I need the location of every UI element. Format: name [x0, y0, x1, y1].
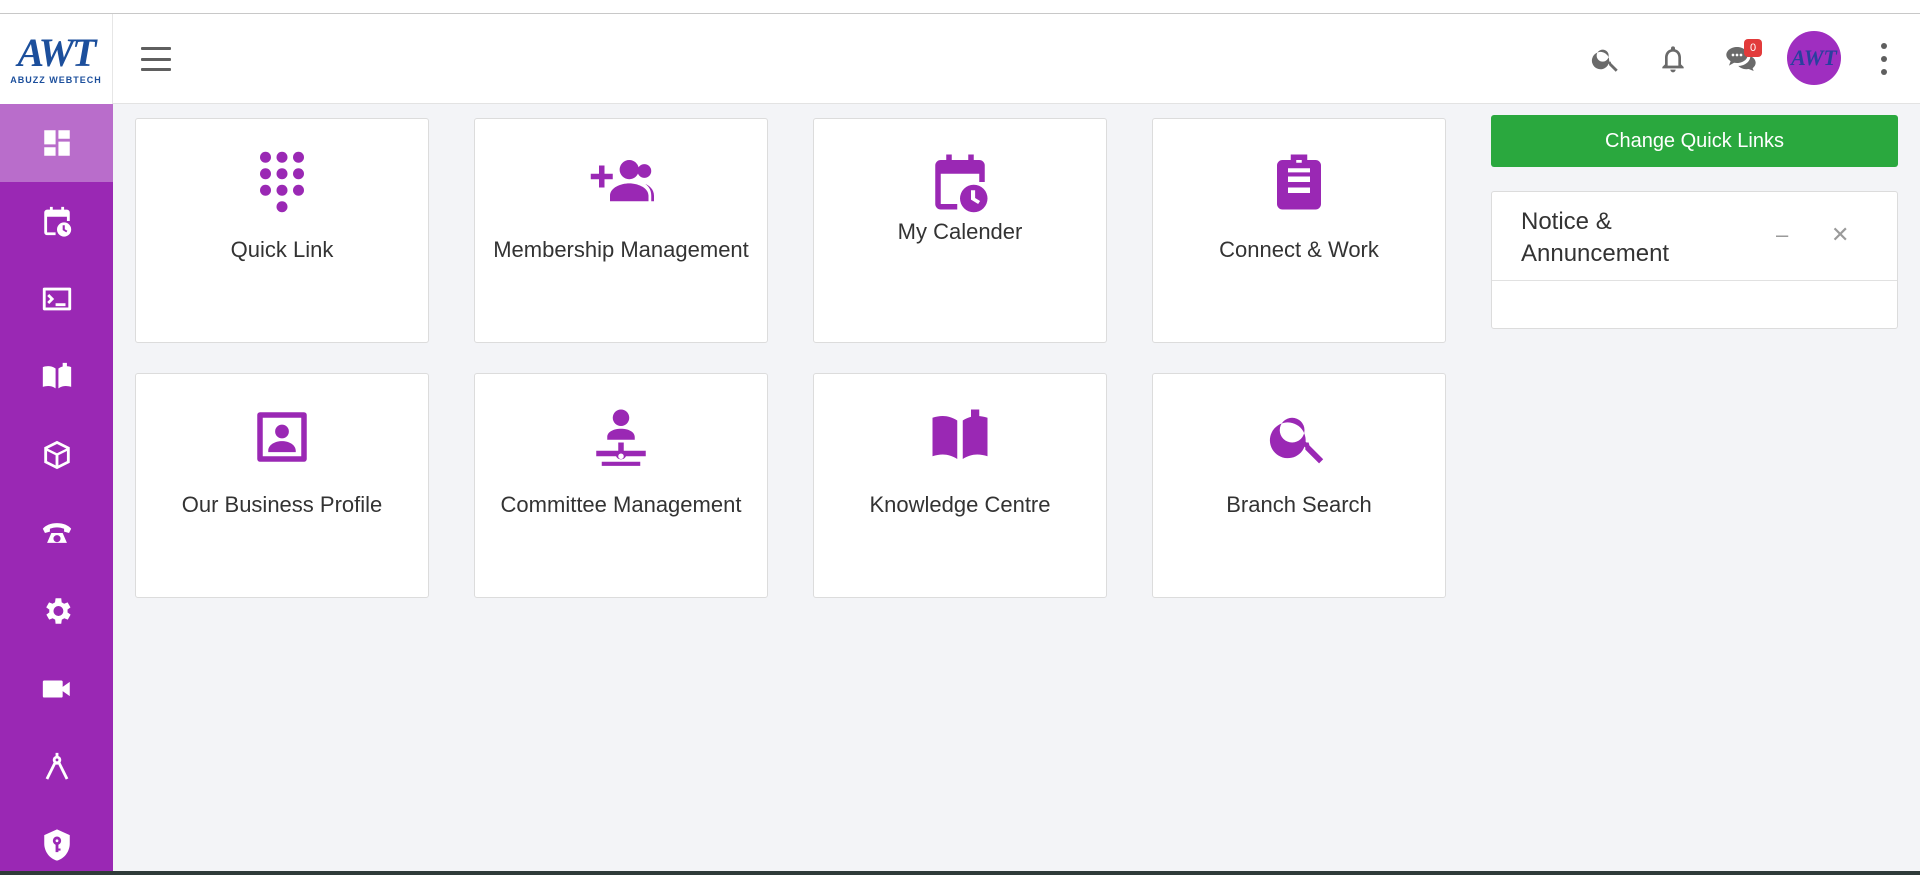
- sidebar-item-security[interactable]: [0, 806, 113, 875]
- sidebar-item-dashboard[interactable]: [0, 104, 113, 182]
- box-icon: [43, 440, 70, 470]
- sidebar-item-contact[interactable]: [0, 494, 113, 572]
- tile-label: Branch Search: [1226, 492, 1372, 517]
- browser-top-edge: [0, 0, 1920, 14]
- tile-my-calender[interactable]: My Calender: [813, 118, 1107, 343]
- logo-mark: AWT: [17, 30, 96, 75]
- chat-count-badge: 0: [1744, 39, 1762, 57]
- dialpad-icon: [260, 151, 304, 213]
- sidebar-item-terminal[interactable]: [0, 260, 113, 338]
- menu-toggle-icon[interactable]: [141, 47, 171, 71]
- calendar-clock-icon: [935, 154, 988, 213]
- gear-icon: [45, 598, 71, 624]
- tile-label: Our Business Profile: [181, 492, 383, 517]
- sidebar-item-packages[interactable]: [0, 416, 113, 494]
- more-options-icon[interactable]: [1879, 43, 1889, 75]
- sidebar: AWT ABUZZ WEBTECH: [0, 14, 113, 875]
- tile-label: Knowledge Centre: [869, 492, 1051, 517]
- tile-connect-work[interactable]: Connect & Work: [1152, 118, 1446, 343]
- shield-key-icon: [43, 829, 70, 861]
- network-person-icon: [596, 409, 646, 466]
- tile-knowledge-centre[interactable]: Knowledge Centre: [813, 373, 1107, 598]
- logo[interactable]: AWT ABUZZ WEBTECH: [0, 14, 113, 104]
- tile-label: Committee Management: [500, 492, 742, 517]
- notice-title: Notice & Annuncement: [1521, 208, 1670, 267]
- chat-button[interactable]: 0: [1718, 36, 1764, 82]
- avatar[interactable]: AWT: [1787, 31, 1841, 85]
- notice-panel: Notice & Annuncement – ✕: [1491, 191, 1898, 329]
- search-icon: [1591, 49, 1618, 72]
- sidebar-item-video[interactable]: [0, 650, 113, 728]
- bell-icon: [1662, 46, 1684, 73]
- minimize-icon[interactable]: –: [1776, 222, 1788, 248]
- book-open-icon: [932, 409, 988, 459]
- calendar-clock-icon: [43, 206, 71, 237]
- tile-our-business-profile[interactable]: Our Business Profile: [135, 373, 429, 598]
- notice-header: Notice & Annuncement – ✕: [1492, 192, 1897, 281]
- tile-label: Quick Link: [230, 237, 334, 262]
- tile-label: My Calender: [897, 219, 1023, 244]
- terminal-icon: [42, 287, 71, 311]
- contact-card-icon: [257, 412, 307, 462]
- dashboard-icon: [43, 130, 70, 156]
- tile-label: Membership Management: [493, 237, 749, 262]
- tile-quick-link[interactable]: Quick Link: [135, 118, 429, 343]
- video-camera-icon: [42, 680, 70, 698]
- clipboard-icon: [1277, 154, 1321, 210]
- sidebar-item-settings[interactable]: [0, 572, 113, 650]
- search-icon: [1269, 417, 1324, 464]
- compass-icon: [45, 752, 68, 780]
- top-header: 0 AWT: [113, 14, 1920, 104]
- taskbar-edge: [0, 871, 1920, 875]
- sidebar-item-knowledge[interactable]: [0, 338, 113, 416]
- book-open-icon: [42, 362, 71, 389]
- header-search-button[interactable]: [1583, 36, 1629, 82]
- logo-subtitle: ABUZZ WEBTECH: [10, 75, 102, 85]
- add-group-icon: [590, 160, 654, 202]
- notifications-button[interactable]: [1650, 36, 1696, 82]
- change-quick-links-button[interactable]: Change Quick Links: [1491, 115, 1898, 167]
- tile-membership-management[interactable]: Membership Management: [474, 118, 768, 343]
- phone-icon: [42, 523, 71, 543]
- tile-label: Connect & Work: [1219, 237, 1379, 262]
- close-icon[interactable]: ✕: [1831, 222, 1849, 248]
- tile-branch-search[interactable]: Branch Search: [1152, 373, 1446, 598]
- sidebar-item-tools[interactable]: [0, 728, 113, 806]
- tile-committee-management[interactable]: Committee Management: [474, 373, 768, 598]
- sidebar-item-calendar[interactable]: [0, 182, 113, 260]
